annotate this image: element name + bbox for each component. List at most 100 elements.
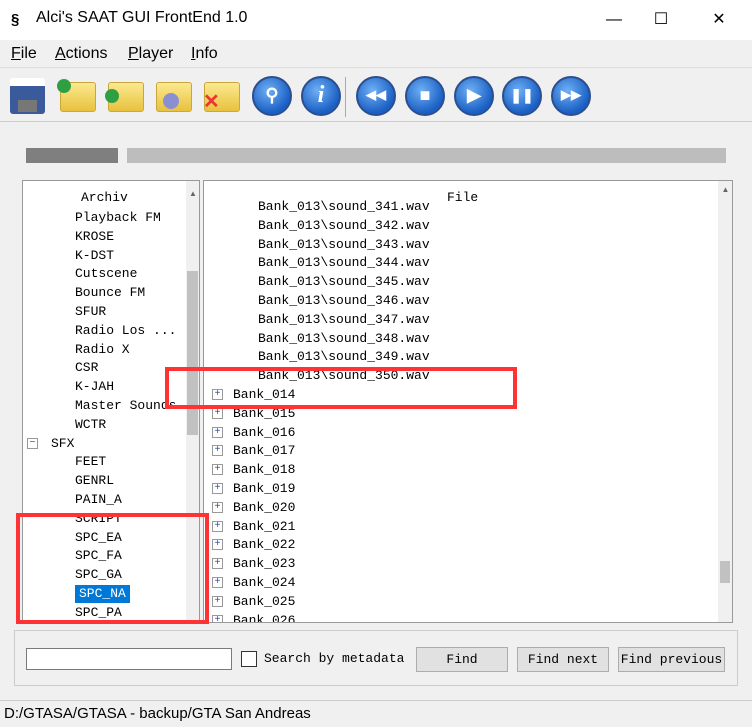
tree-item[interactable]: SPC_EA <box>75 529 122 547</box>
tree-item[interactable]: Bank_024 <box>233 574 295 592</box>
close-folder-icon[interactable]: ✕ <box>203 82 240 113</box>
tree-item[interactable]: Bank_025 <box>233 593 295 611</box>
play-icon[interactable]: ▶ <box>454 76 494 116</box>
app-icon: § <box>11 11 20 28</box>
tree-item[interactable]: Cutscene <box>75 265 137 283</box>
menu-info[interactable]: Info <box>191 45 218 63</box>
tree-item[interactable]: SPC_FA <box>75 547 122 565</box>
tree-item[interactable]: Bank_021 <box>233 518 295 536</box>
tree-item[interactable]: Bank_020 <box>233 499 295 517</box>
info-icon[interactable]: i <box>301 76 341 116</box>
seek-bar[interactable] <box>127 148 726 163</box>
tree-item[interactable]: Bank_015 <box>233 405 295 423</box>
right-scrollbar[interactable]: ▲ <box>718 181 732 622</box>
tree-item[interactable]: Bounce FM <box>75 284 145 302</box>
expand-icon[interactable]: + <box>212 483 223 494</box>
tree-item[interactable]: SCRIPT <box>75 510 122 528</box>
close-button[interactable]: ✕ <box>696 6 742 34</box>
tree-item[interactable]: K-DST <box>75 247 114 265</box>
tree-item[interactable]: Bank_013\sound_342.wav <box>258 217 430 235</box>
save-icon[interactable] <box>10 78 45 114</box>
tree-item[interactable]: Bank_013\sound_347.wav <box>258 311 430 329</box>
find-button[interactable]: Find <box>416 647 508 672</box>
tree-item[interactable]: Bank_013\sound_346.wav <box>258 292 430 310</box>
tree-item[interactable]: SFUR <box>75 303 106 321</box>
archive-header: Archiv <box>81 190 128 205</box>
tree-item[interactable]: CSR <box>75 359 98 377</box>
tree-item[interactable]: GENRL <box>75 472 114 490</box>
pause-icon[interactable]: ❚❚ <box>502 76 542 116</box>
search-icon[interactable]: ⚲ <box>252 76 292 116</box>
folder-settings-icon[interactable] <box>156 82 192 112</box>
tree-item[interactable]: Master Sounds <box>75 397 176 415</box>
menu-actions[interactable]: Actions <box>55 45 107 63</box>
tree-item[interactable]: Bank_023 <box>233 555 295 573</box>
expand-icon[interactable]: + <box>212 501 223 513</box>
tree-item[interactable]: Bank_013\sound_350.wav <box>258 367 430 385</box>
scrollbar-thumb[interactable] <box>720 561 730 583</box>
menu-player[interactable]: Player <box>128 45 173 63</box>
rewind-icon[interactable]: ◀◀ <box>356 76 396 116</box>
tree-item[interactable]: Bank_019 <box>233 480 295 498</box>
search-input[interactable] <box>26 648 232 670</box>
menu-label: layer <box>138 45 174 62</box>
tree-item[interactable]: Bank_013\sound_343.wav <box>258 236 430 254</box>
metadata-label: Search by metadata <box>264 651 405 666</box>
tree-item[interactable]: Bank_022 <box>233 536 295 554</box>
tree-item[interactable]: SPC_PA <box>75 604 122 622</box>
menu-key: A <box>55 45 66 62</box>
maximize-button[interactable]: ☐ <box>638 6 684 34</box>
find-next-button[interactable]: Find next <box>517 647 609 672</box>
tree-item[interactable]: Bank_018 <box>233 461 295 479</box>
expand-icon[interactable]: + <box>212 577 223 588</box>
tree-item[interactable]: Bank_026 <box>233 612 295 622</box>
tree-item[interactable]: WCTR <box>75 416 106 434</box>
tree-item[interactable]: SFX <box>51 435 74 453</box>
expand-icon[interactable]: + <box>212 426 223 438</box>
metadata-checkbox[interactable] <box>241 651 257 667</box>
tree-item[interactable]: Bank_013\sound_349.wav <box>258 348 430 366</box>
tree-item[interactable]: Radio X <box>75 341 130 359</box>
open-folder-icon[interactable] <box>57 79 96 112</box>
stop-icon[interactable]: ■ <box>405 76 445 116</box>
tree-item[interactable]: Bank_014 <box>233 386 295 404</box>
tree-item[interactable]: PAIN_A <box>75 491 122 509</box>
expand-icon[interactable]: + <box>212 389 223 400</box>
expand-icon[interactable]: + <box>212 614 223 622</box>
minimize-button[interactable]: — <box>591 6 637 34</box>
expand-icon[interactable]: + <box>212 445 223 457</box>
file-header: File <box>447 190 479 205</box>
expand-icon[interactable]: + <box>212 595 223 607</box>
expand-icon[interactable]: + <box>212 558 223 570</box>
tree-item[interactable]: Bank_013\sound_344.wav <box>258 254 430 272</box>
expand-icon[interactable]: + <box>212 520 223 532</box>
tree-item[interactable]: SPC_NA <box>75 585 130 603</box>
tree-item[interactable]: SPC_GA <box>75 566 122 584</box>
scrollbar-thumb[interactable] <box>187 271 198 435</box>
menu-file[interactable]: File <box>11 45 37 63</box>
tree-item[interactable]: Playback FM <box>75 209 161 227</box>
file-tree[interactable]: File Bank_013\sound_341.wav Bank_013\soun… <box>203 180 733 623</box>
tree-item[interactable]: Bank_013\sound_341.wav <box>258 198 430 216</box>
fast-forward-icon[interactable]: ▶▶ <box>551 76 591 116</box>
reload-folder-icon[interactable] <box>105 82 144 112</box>
tree-item[interactable]: KROSE <box>75 228 114 246</box>
tree-item[interactable]: FEET <box>75 453 106 471</box>
menu-key: P <box>128 45 139 62</box>
tree-item[interactable]: Bank_017 <box>233 442 295 460</box>
archive-tree[interactable]: Archiv Playback FM KROSE K-DST Cutscene Boun… <box>22 180 200 623</box>
tree-item[interactable]: Radio Los ... <box>75 322 176 340</box>
status-path: D:/GTASA/GTASA - backup/GTA San Andreas <box>4 705 311 722</box>
tree-item[interactable]: K-JAH <box>75 378 114 396</box>
expand-icon[interactable]: + <box>212 539 223 551</box>
collapse-icon[interactable]: − <box>27 437 38 449</box>
find-previous-button[interactable]: Find previous <box>618 647 725 672</box>
progress-indicator <box>26 148 118 163</box>
left-scrollbar[interactable]: ▲ <box>186 181 199 622</box>
expand-icon[interactable]: + <box>212 407 223 419</box>
expand-icon[interactable]: + <box>212 464 223 476</box>
menu-label: Info <box>191 45 218 62</box>
tree-item[interactable]: Bank_016 <box>233 424 295 442</box>
tree-item[interactable]: Bank_013\sound_345.wav <box>258 273 430 291</box>
tree-item[interactable]: Bank_013\sound_348.wav <box>258 330 430 348</box>
